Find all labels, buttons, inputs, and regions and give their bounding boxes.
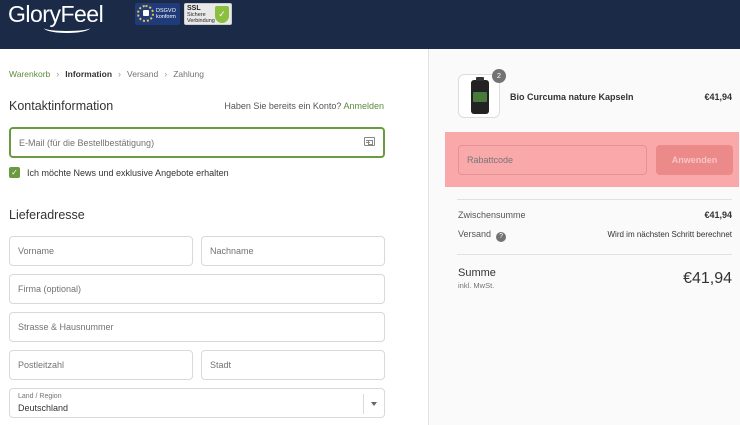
first-name-field[interactable]: Vorname	[9, 236, 193, 266]
ssl-badge: SSL Sichere Verbindung ✓	[184, 3, 232, 25]
order-summary: 2 Bio Curcuma nature Kapseln €41,94 Raba…	[428, 49, 740, 425]
contact-card-icon	[364, 137, 375, 146]
chevron-right-icon: ›	[164, 69, 168, 79]
product-price: €41,94	[704, 92, 732, 102]
country-label: Land / Region	[18, 393, 62, 400]
street-field[interactable]: Strasse & Hausnummer	[9, 312, 385, 342]
zip-placeholder: Postleitzahl	[18, 360, 65, 370]
dsgvo-badge: DSGVO konform	[135, 3, 180, 25]
subtotal-value: €41,94	[704, 210, 732, 220]
country-value: Deutschland	[18, 403, 69, 413]
total-tax-note: inkl. MwSt.	[458, 281, 495, 290]
company-field[interactable]: Firma (optional)	[9, 274, 385, 304]
dsgvo-badge-sub: konform	[156, 14, 176, 20]
quantity-badge: 2	[492, 69, 506, 83]
newsletter-label[interactable]: Ich möchte News und exklusive Angebote e…	[27, 168, 229, 178]
checkout-form: Warenkorb › Information › Versand › Zahlung Ko…	[0, 49, 428, 425]
last-name-placeholder: Nachname	[210, 246, 254, 256]
account-prompt: Haben Sie bereits ein Konto? Anmelden	[224, 101, 384, 111]
chevron-down-icon	[371, 402, 377, 406]
capsule-jar-image	[471, 77, 489, 114]
brand-logo[interactable]: GloryFeel	[8, 1, 104, 33]
total-label: Summe	[458, 267, 496, 279]
site-header: GloryFeel DSGVO konform SSL Sichere Verb…	[0, 0, 740, 49]
shipping-label: Versand	[458, 229, 492, 239]
discount-code-placeholder: Rabattcode	[467, 155, 514, 165]
city-placeholder: Stadt	[210, 360, 232, 370]
lock-icon	[143, 10, 149, 16]
apply-discount-button[interactable]: Anwenden	[656, 145, 733, 175]
login-link[interactable]: Anmelden	[343, 101, 384, 111]
newsletter-checkbox[interactable]: ✓	[9, 167, 20, 178]
breadcrumb-shipping: Versand	[127, 69, 159, 79]
divider	[457, 254, 732, 255]
select-divider	[363, 394, 364, 414]
chevron-right-icon: ›	[56, 69, 60, 79]
help-icon[interactable]: ?	[496, 232, 507, 242]
coupon-section: Rabattcode Anwenden	[445, 132, 739, 187]
country-select[interactable]: Land / Region Deutschland	[9, 388, 385, 418]
total-value: €41,94	[683, 270, 732, 287]
shield-check-icon: ✓	[215, 6, 229, 23]
street-placeholder: Strasse & Hausnummer	[18, 322, 114, 332]
breadcrumb-information: Information	[65, 69, 113, 79]
contact-heading: Kontaktinformation	[9, 99, 114, 113]
breadcrumb: Warenkorb › Information › Versand › Zahlung	[9, 69, 204, 79]
email-placeholder: E-Mail (für die Bestellbestätigung)	[19, 137, 155, 148]
city-field[interactable]: Stadt	[201, 350, 385, 380]
divider	[457, 199, 732, 200]
shipping-row-label: Versand?	[458, 229, 507, 242]
shipping-heading: Lieferadresse	[9, 208, 85, 222]
product-name: Bio Curcuma nature Kapseln	[510, 92, 634, 102]
ssl-badge-line3: Verbindung	[187, 18, 215, 24]
subtotal-label: Zwischensumme	[458, 210, 526, 220]
shipping-value: Wird im nächsten Schritt berechnet	[607, 230, 733, 239]
zip-field[interactable]: Postleitzahl	[9, 350, 193, 380]
first-name-placeholder: Vorname	[18, 246, 55, 256]
breadcrumb-payment: Zahlung	[173, 69, 204, 79]
last-name-field[interactable]: Nachname	[201, 236, 385, 266]
ssl-badge-title: SSL	[187, 5, 201, 12]
email-field[interactable]: E-Mail (für die Bestellbestätigung)	[9, 127, 385, 158]
discount-code-input[interactable]: Rabattcode	[458, 145, 647, 175]
company-placeholder: Firma (optional)	[18, 284, 82, 294]
logo-swoosh	[44, 23, 90, 33]
breadcrumb-cart[interactable]: Warenkorb	[9, 69, 50, 79]
account-prompt-text: Haben Sie bereits ein Konto?	[224, 101, 342, 111]
chevron-right-icon: ›	[118, 69, 122, 79]
